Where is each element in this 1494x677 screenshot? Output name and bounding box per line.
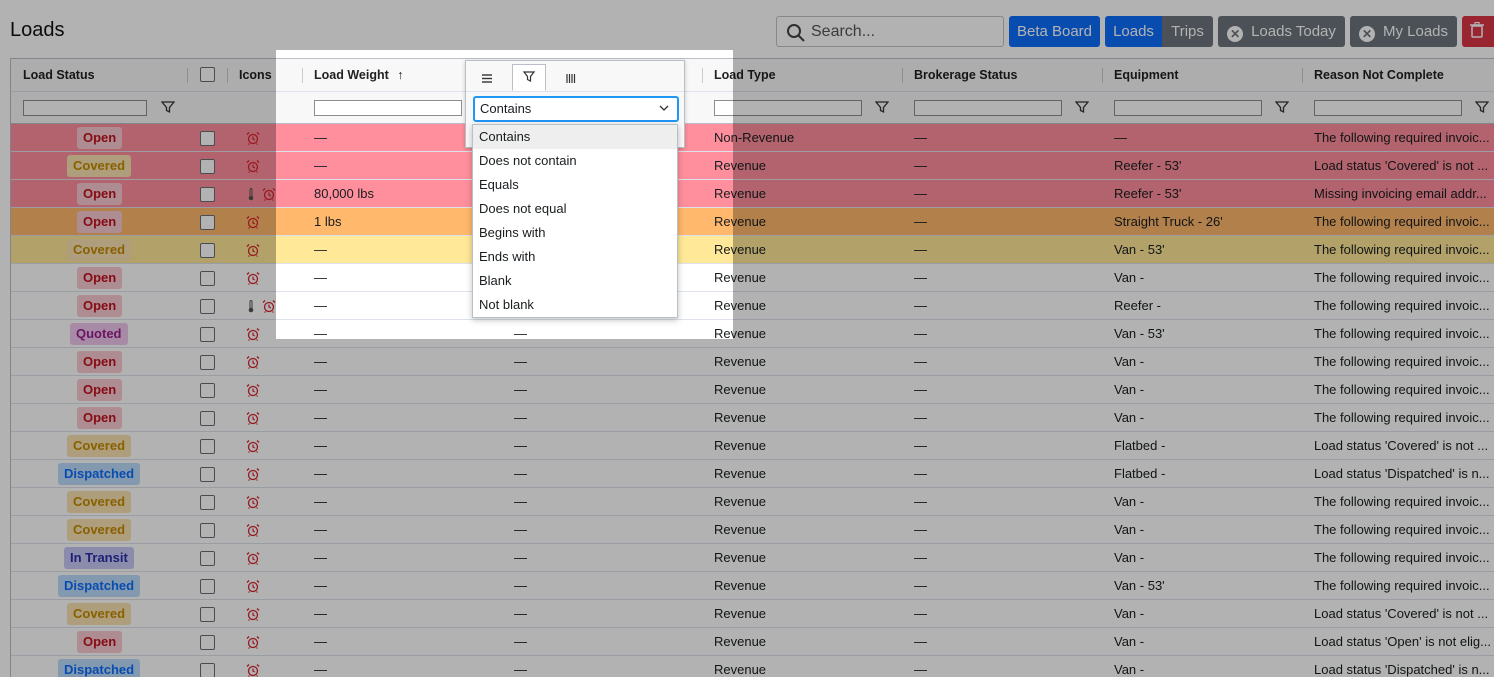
tab-columns[interactable] [554, 64, 588, 91]
menu-icon [482, 74, 492, 83]
filter-option-contains[interactable]: Contains [473, 125, 677, 149]
filter-type-select[interactable]: Contains [473, 96, 679, 122]
overlay-bottom [276, 339, 733, 677]
columns-icon [566, 74, 576, 83]
tab-filter[interactable] [512, 64, 546, 91]
filter-icon [522, 71, 536, 82]
col-header-load-weight-label: Load Weight [314, 68, 389, 82]
tab-general[interactable] [470, 64, 504, 91]
sort-ascending-icon: ↑ [397, 68, 404, 82]
filter-option-does-not-equal[interactable]: Does not equal [473, 197, 677, 221]
filter-type-dropdown: Contains Does not contain Equals Does no… [472, 124, 678, 318]
overlay-right [733, 50, 1494, 677]
filter-option-does-not-contain[interactable]: Does not contain [473, 149, 677, 173]
filter-option-begins-with[interactable]: Begins with [473, 221, 677, 245]
filter-option-equals[interactable]: Equals [473, 173, 677, 197]
column-menu-tabs [466, 61, 684, 92]
load-weight-filter-input[interactable] [314, 100, 462, 116]
col-header-load-weight[interactable]: Load Weight ↑ [302, 59, 462, 92]
filter-option-ends-with[interactable]: Ends with [473, 245, 677, 269]
filter-option-not-blank[interactable]: Not blank [473, 293, 677, 317]
filter-type-selected: Contains [480, 101, 532, 116]
filter-option-blank[interactable]: Blank [473, 269, 677, 293]
overlay-left [0, 50, 276, 677]
chevron-down-icon [659, 105, 669, 111]
overlay-top [0, 0, 1494, 50]
